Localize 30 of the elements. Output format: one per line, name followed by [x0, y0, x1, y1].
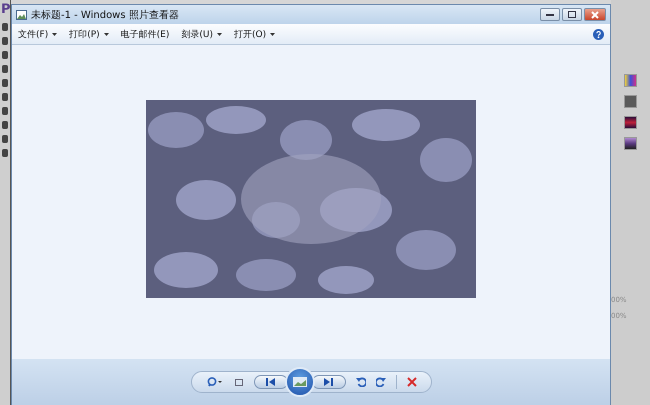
image-icon — [16, 10, 27, 20]
fit-window-button[interactable] — [234, 378, 244, 386]
previous-icon — [266, 378, 275, 386]
menu-item[interactable]: 文件(F) — [18, 28, 58, 40]
window-title: 未标题-1 - Windows 照片查看器 — [31, 8, 180, 22]
swatch-icon[interactable] — [624, 74, 637, 87]
swatch-icon[interactable] — [624, 95, 637, 108]
next-button[interactable] — [312, 375, 346, 389]
help-icon[interactable] — [593, 28, 604, 40]
delete-button[interactable] — [406, 377, 416, 387]
swatch-icon[interactable] — [624, 137, 637, 150]
minimize-icon — [546, 13, 554, 16]
swatch-icon[interactable] — [624, 116, 637, 129]
slideshow-button[interactable] — [284, 367, 314, 397]
maximize-icon — [568, 11, 576, 18]
rotate-right-button[interactable] — [376, 377, 386, 387]
zoom-button[interactable] — [206, 376, 224, 388]
menu-item[interactable]: 打印(P) — [69, 28, 109, 40]
menu-item[interactable]: 电子邮件(E) — [120, 28, 170, 40]
next-icon — [324, 378, 333, 386]
image-icon — [292, 377, 306, 387]
menu-item[interactable]: 打开(O) — [234, 28, 276, 40]
app-logo: P — [1, 2, 11, 17]
close-button[interactable] — [584, 8, 606, 21]
menu-item[interactable]: 刻录(U) — [181, 28, 222, 40]
maximize-button[interactable] — [562, 8, 582, 21]
rotate-left-button[interactable] — [356, 377, 366, 387]
close-icon — [591, 10, 599, 18]
previous-button[interactable] — [254, 375, 288, 389]
minimize-button[interactable] — [540, 8, 560, 21]
